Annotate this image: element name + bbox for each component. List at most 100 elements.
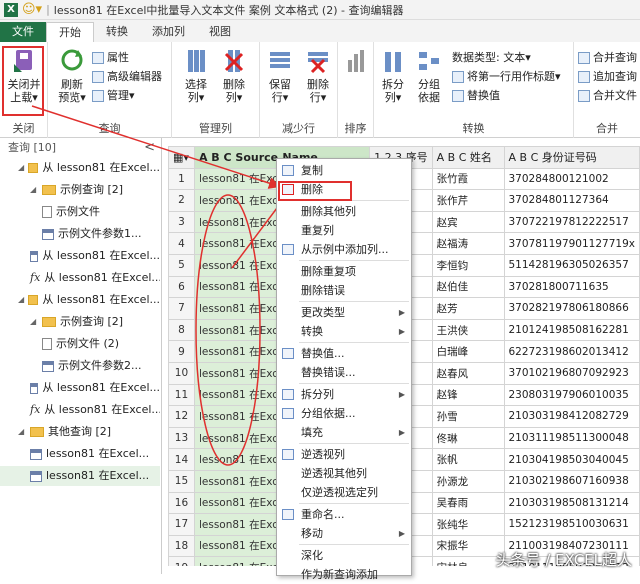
id-number-cell[interactable]: 370284801127364 (503, 189, 640, 212)
menu-item[interactable]: 逆透视列 (277, 445, 411, 464)
menu-item[interactable]: 更改类型 ▶ (277, 303, 411, 322)
query-item[interactable]: 示例文件参数1... (0, 224, 160, 244)
name-cell[interactable]: 赵芳 (431, 297, 505, 320)
name-cell[interactable]: 赵福涛 (431, 232, 505, 255)
id-number-cell[interactable]: 370102196807092923 (503, 361, 640, 385)
group-by-button[interactable]: 分组 依据 (412, 46, 446, 104)
name-cell[interactable]: 赵伯佳 (431, 275, 505, 299)
expand-icon[interactable]: ◢ (18, 158, 24, 178)
tab-file[interactable]: 文件 (0, 22, 46, 42)
query-item[interactable]: 从 lesson81 在Excel... (0, 246, 160, 266)
query-item[interactable]: 示例文件参数2... (0, 356, 160, 376)
menu-item[interactable]: 从示例中添加列... (277, 240, 411, 259)
merge-queries-button[interactable]: 合并查询 (578, 50, 637, 66)
remove-columns-button[interactable]: 删除 列▾ (216, 46, 252, 104)
collapse-pane-icon[interactable]: < (144, 138, 155, 158)
menu-item[interactable]: 替换错误... (277, 363, 411, 382)
query-item[interactable]: 示例文件 (0, 202, 160, 222)
menu-item[interactable]: 移动 ▶ (277, 524, 411, 543)
tab-transform[interactable]: 转换 (94, 22, 140, 42)
id-number-cell[interactable]: 511428196305026357 (503, 253, 640, 277)
menu-item[interactable]: 逆透视其他列 (277, 464, 411, 483)
query-item[interactable]: ◢ 从 lesson81 在Excel... (0, 158, 160, 178)
smiley-icon[interactable]: ☺▾ (22, 2, 42, 17)
name-cell[interactable]: 白瑞峰 (431, 340, 505, 363)
data-type-dropdown[interactable]: 数据类型: 文本▾ (452, 50, 531, 66)
menu-item[interactable]: 替换值... (277, 344, 411, 363)
remove-rows-button[interactable]: 删除 行▾ (300, 46, 336, 104)
id-number-cell[interactable]: 152123198510030631 (503, 513, 640, 536)
query-item[interactable]: ◢ 示例查询 [2] (0, 180, 160, 200)
append-queries-button[interactable]: 追加查询 (578, 69, 637, 85)
menu-item[interactable]: 作为新查询添加 (277, 565, 411, 584)
name-cell[interactable]: 赵春风 (431, 361, 505, 385)
menu-item[interactable]: 重复列 (277, 221, 411, 240)
query-item[interactable]: ◢ 其他查询 [2] (0, 422, 160, 442)
split-column-button[interactable]: 拆分 列▾ (378, 46, 408, 104)
replace-values-button[interactable]: 替换值 (452, 88, 500, 104)
id-number-cell[interactable]: 210304198503040045 (503, 448, 640, 471)
id-number-cell[interactable]: 622723198602013412 (503, 340, 640, 363)
manage-button[interactable]: 管理▾ (92, 88, 135, 104)
id-number-cell[interactable]: 210303198412082729 (503, 405, 640, 428)
col-name[interactable]: A B C 姓名 (431, 146, 505, 169)
id-number-cell[interactable]: 210311198511300048 (503, 426, 640, 450)
menu-item[interactable]: 仅逆透视选定列 (277, 483, 411, 502)
name-cell[interactable]: 宋林良 (431, 556, 505, 566)
menu-item[interactable]: 删除重复项 (277, 262, 411, 281)
name-cell[interactable]: 王洪侠 (431, 318, 505, 342)
menu-item[interactable]: 填充 ▶ (277, 423, 411, 442)
menu-item[interactable]: 拆分列 ▶ (277, 385, 411, 404)
name-cell[interactable]: 佟琳 (431, 426, 505, 450)
advanced-editor-button[interactable]: 高级编辑器 (92, 69, 162, 85)
menu-item[interactable]: 转换 ▶ (277, 322, 411, 341)
menu-item[interactable]: 深化 (277, 546, 411, 565)
query-item[interactable]: lesson81 在Excel... (0, 466, 160, 486)
name-cell[interactable]: 赵锋 (431, 383, 505, 407)
expand-icon[interactable]: ◢ (30, 180, 38, 200)
id-number-cell[interactable]: 370722197812222517 (503, 210, 640, 234)
col-id-number[interactable]: A B C 身份证号码 (503, 146, 640, 169)
refresh-preview-button[interactable]: 刷新 预览▾ (54, 46, 90, 104)
name-cell[interactable]: 宋振华 (431, 534, 505, 558)
id-number-cell[interactable]: 230803197906010035 (503, 383, 640, 407)
tab-view[interactable]: 视图 (197, 22, 243, 42)
choose-columns-button[interactable]: 选择 列▾ (178, 46, 214, 104)
name-cell[interactable]: 张帆 (431, 448, 505, 471)
id-number-cell[interactable]: 210124198508162281 (503, 318, 640, 342)
expand-icon[interactable]: ◢ (18, 290, 24, 310)
name-cell[interactable]: 李恒钧 (431, 253, 505, 277)
keep-rows-button[interactable]: 保留 行▾ (262, 46, 298, 104)
id-number-cell[interactable]: 370281800711635 (503, 275, 640, 299)
query-item[interactable]: ◢ 从 lesson81 在Excel... (0, 290, 160, 310)
query-item[interactable]: 从 lesson81 在Excel... (0, 378, 160, 398)
tab-add-column[interactable]: 添加列 (140, 22, 197, 42)
query-item[interactable]: ◢ 示例查询 [2] (0, 312, 160, 332)
name-cell[interactable]: 张纯华 (431, 513, 505, 536)
sort-button[interactable] (342, 46, 370, 78)
id-number-cell[interactable]: 370282197806180866 (503, 297, 640, 320)
id-number-cell[interactable]: 210302198607160938 (503, 469, 640, 493)
tab-home[interactable]: 开始 (46, 22, 94, 42)
use-first-row-headers-button[interactable]: 将第一行用作标题▾ (452, 69, 561, 85)
expand-icon[interactable]: ◢ (18, 422, 26, 442)
combine-files-button[interactable]: 合并文件 (578, 88, 637, 104)
menu-item[interactable]: 删除其他列 (277, 202, 411, 221)
id-number-cell[interactable]: 370284800121002 (503, 167, 640, 191)
query-item[interactable]: 示例文件 (2) (0, 334, 160, 354)
menu-item[interactable]: 删除错误 (277, 281, 411, 300)
name-cell[interactable]: 孙源龙 (431, 469, 505, 493)
name-cell[interactable]: 吴春雨 (431, 491, 505, 515)
row-number-header[interactable]: ▦▾ (168, 146, 195, 169)
query-item[interactable]: fx 从 lesson81 在Excel... (0, 400, 160, 420)
name-cell[interactable]: 赵宾 (431, 210, 505, 234)
expand-icon[interactable]: ◢ (30, 312, 38, 332)
query-item[interactable]: lesson81 在Excel... (0, 444, 160, 464)
properties-button[interactable]: 属性 (92, 50, 129, 66)
query-item[interactable]: fx 从 lesson81 在Excel... (0, 268, 160, 288)
menu-item[interactable]: 分组依据... (277, 404, 411, 423)
name-cell[interactable]: 张竹霞 (431, 167, 505, 191)
name-cell[interactable]: 张作芹 (431, 189, 505, 212)
id-number-cell[interactable]: 370781197901127719x (503, 232, 640, 255)
menu-item[interactable]: 复制 (277, 161, 411, 180)
